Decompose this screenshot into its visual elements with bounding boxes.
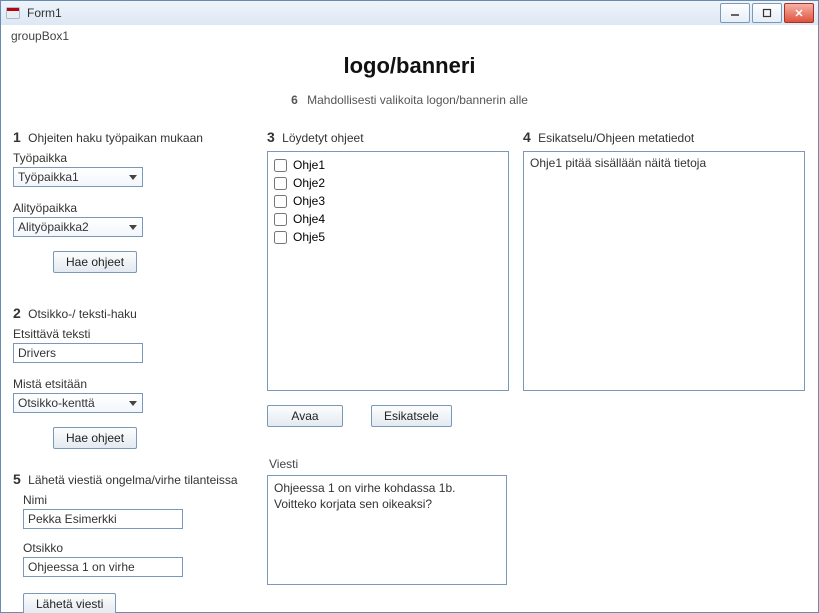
results-listbox[interactable]: Ohje1 Ohje2 Ohje3 Ohje4 Ohje5 bbox=[267, 151, 509, 391]
name-label: Nimi bbox=[23, 493, 243, 507]
send-button[interactable]: Lähetä viesti bbox=[23, 593, 116, 613]
searchfrom-label: Mistä etsitään bbox=[13, 377, 243, 391]
subworkplace-label: Alityöpaikka bbox=[13, 201, 243, 215]
maximize-button[interactable] bbox=[752, 3, 782, 23]
fetch-button-1[interactable]: Hae ohjeet bbox=[53, 251, 137, 273]
titlebar: Form1 bbox=[1, 1, 818, 26]
window-title: Form1 bbox=[27, 6, 62, 20]
list-item[interactable]: Ohje1 bbox=[272, 156, 504, 174]
window-frame: Form1 groupBox1 logo/banneri 6 Mahdollis… bbox=[0, 0, 819, 613]
list-item[interactable]: Ohje4 bbox=[272, 210, 504, 228]
section2-title: 2 Otsikko-/ teksti-haku bbox=[13, 305, 243, 321]
subworkplace-combo[interactable]: Alityöpaikka2 bbox=[13, 217, 143, 237]
searchfrom-combo[interactable]: Otsikko-kenttä bbox=[13, 393, 143, 413]
open-button[interactable]: Avaa bbox=[267, 405, 343, 427]
searchtext-label: Etsittävä teksti bbox=[13, 327, 243, 341]
preview-button[interactable]: Esikatsele bbox=[371, 405, 452, 427]
subject-label: Otsikko bbox=[23, 541, 243, 555]
section4-title: 4 Esikatselu/Ohjeen metatiedot bbox=[523, 129, 805, 145]
searchtext-input[interactable]: Drivers bbox=[13, 343, 143, 363]
list-checkbox[interactable] bbox=[274, 159, 287, 172]
message-label: Viesti bbox=[269, 457, 509, 471]
groupbox-label: groupBox1 bbox=[11, 29, 69, 43]
minimize-button[interactable] bbox=[720, 3, 750, 23]
content-area: groupBox1 logo/banneri 6 Mahdollisesti v… bbox=[1, 25, 818, 612]
name-input[interactable]: Pekka Esimerkki bbox=[23, 509, 183, 529]
subject-input[interactable]: Ohjeessa 1 on virhe bbox=[23, 557, 183, 577]
close-button[interactable] bbox=[784, 3, 814, 23]
fetch-button-2[interactable]: Hae ohjeet bbox=[53, 427, 137, 449]
banner-subtitle: 6 Mahdollisesti valikoita logon/bannerin… bbox=[1, 93, 818, 107]
banner-title: logo/banneri bbox=[1, 53, 818, 79]
preview-box: Ohje1 pitää sisällään näitä tietoja bbox=[523, 151, 805, 391]
list-checkbox[interactable] bbox=[274, 231, 287, 244]
section3-title: 3 Löydetyt ohjeet bbox=[267, 129, 509, 145]
workplace-combo[interactable]: Työpaikka1 bbox=[13, 167, 143, 187]
list-item[interactable]: Ohje5 bbox=[272, 228, 504, 246]
section6-text: Mahdollisesti valikoita logon/bannerin a… bbox=[307, 93, 528, 107]
section1-title: 1 Ohjeiten haku työpaikan mukaan bbox=[13, 129, 243, 145]
list-item[interactable]: Ohje2 bbox=[272, 174, 504, 192]
list-checkbox[interactable] bbox=[274, 177, 287, 190]
section5-title: 5 Lähetä viestiä ongelma/virhe tilanteis… bbox=[13, 471, 243, 487]
app-icon bbox=[5, 5, 21, 21]
list-item[interactable]: Ohje3 bbox=[272, 192, 504, 210]
list-checkbox[interactable] bbox=[274, 195, 287, 208]
list-checkbox[interactable] bbox=[274, 213, 287, 226]
message-textarea[interactable]: Ohjeessa 1 on virhe kohdassa 1b. Voittek… bbox=[267, 475, 507, 585]
window-buttons bbox=[720, 3, 814, 23]
workplace-label: Työpaikka bbox=[13, 151, 243, 165]
section6-number: 6 bbox=[291, 93, 298, 107]
